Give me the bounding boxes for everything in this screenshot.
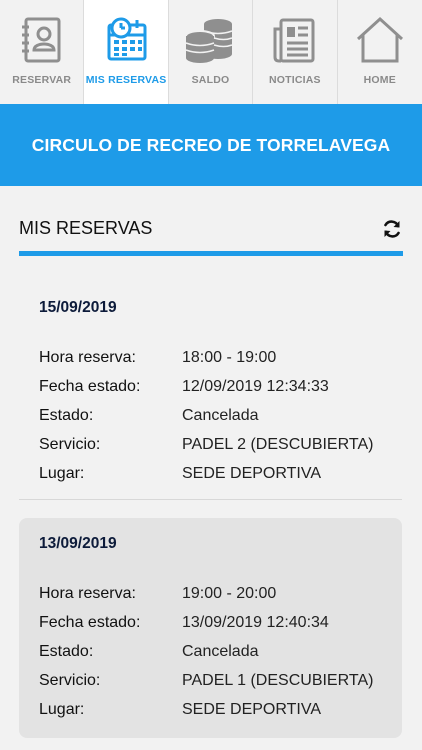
section-title: MIS RESERVAS	[19, 218, 153, 238]
detail-label: Estado:	[39, 406, 94, 424]
tab-saldo[interactable]: SALDO	[169, 0, 254, 104]
detail-label: Hora reserva:	[39, 584, 136, 602]
top-tab-bar: RESERVAR MIS RESERVAS SALDO NOTICIAS HOM…	[0, 0, 422, 104]
reservation-date: 13/09/2019	[39, 535, 117, 552]
tab-mis-reservas[interactable]: MIS RESERVAS	[84, 0, 169, 104]
detail-row-fecha-estado: Fecha estado: 12/09/2019 12:34:33	[39, 372, 382, 401]
detail-row-hora: Hora reserva: 19:00 - 20:00	[39, 579, 382, 608]
detail-label: Fecha estado:	[39, 377, 141, 395]
detail-row-fecha-estado: Fecha estado: 13/09/2019 12:40:34	[39, 608, 382, 637]
detail-value: SEDE DEPORTIVA	[182, 464, 321, 482]
reservation-date: 15/09/2019	[39, 299, 117, 316]
detail-value: 12/09/2019 12:34:33	[182, 377, 329, 395]
detail-value: Cancelada	[182, 642, 259, 660]
detail-label: Fecha estado:	[39, 613, 141, 631]
detail-value: 19:00 - 20:00	[182, 584, 277, 602]
detail-value: PADEL 1 (DESCUBIERTA)	[182, 671, 374, 689]
tab-noticias[interactable]: NOTICIAS	[253, 0, 338, 104]
detail-row-lugar: Lugar: SEDE DEPORTIVA	[39, 459, 382, 488]
coins-icon	[182, 12, 238, 68]
tab-home[interactable]: HOME	[338, 0, 422, 104]
tab-label: RESERVAR	[12, 74, 72, 86]
club-title: CIRCULO DE RECREO DE TORRELAVEGA	[31, 134, 391, 155]
detail-label: Servicio:	[39, 671, 101, 689]
detail-row-lugar: Lugar: SEDE DEPORTIVA	[39, 695, 382, 724]
tab-label: NOTICIAS	[268, 74, 321, 86]
detail-value: SEDE DEPORTIVA	[182, 700, 321, 718]
detail-value: Cancelada	[182, 406, 259, 424]
detail-label: Lugar:	[39, 464, 85, 482]
detail-value: 13/09/2019 12:40:34	[182, 613, 329, 631]
detail-label: Servicio:	[39, 435, 101, 453]
tab-reservar[interactable]: RESERVAR	[0, 0, 85, 104]
detail-label: Estado:	[39, 642, 94, 660]
detail-row-hora: Hora reserva: 18:00 - 19:00	[39, 343, 382, 372]
detail-label: Lugar:	[39, 700, 85, 718]
detail-row-estado: Estado: Cancelada	[39, 401, 382, 430]
refresh-icon[interactable]	[381, 218, 403, 240]
tab-label: SALDO	[191, 74, 230, 86]
calendar-icon	[98, 12, 154, 68]
newspaper-icon	[267, 12, 323, 68]
reservation-card[interactable]: 13/09/2019 Hora reserva: 19:00 - 20:00 F…	[19, 518, 402, 738]
tab-label: MIS RESERVAS	[85, 74, 167, 86]
address-book-icon	[14, 12, 70, 68]
header-banner: CIRCULO DE RECREO DE TORRELAVEGA	[0, 104, 422, 186]
detail-row-servicio: Servicio: PADEL 2 (DESCUBIERTA)	[39, 430, 382, 459]
tab-label: HOME	[363, 74, 396, 86]
detail-value: 18:00 - 19:00	[182, 348, 277, 366]
detail-value: PADEL 2 (DESCUBIERTA)	[182, 435, 374, 453]
section-header: MIS RESERVAS	[19, 212, 403, 256]
detail-row-estado: Estado: Cancelada	[39, 637, 382, 666]
reservation-card[interactable]: 15/09/2019 Hora reserva: 18:00 - 19:00 F…	[19, 282, 402, 500]
detail-label: Hora reserva:	[39, 348, 136, 366]
detail-row-servicio: Servicio: PADEL 1 (DESCUBIERTA)	[39, 666, 382, 695]
home-icon	[352, 12, 408, 68]
